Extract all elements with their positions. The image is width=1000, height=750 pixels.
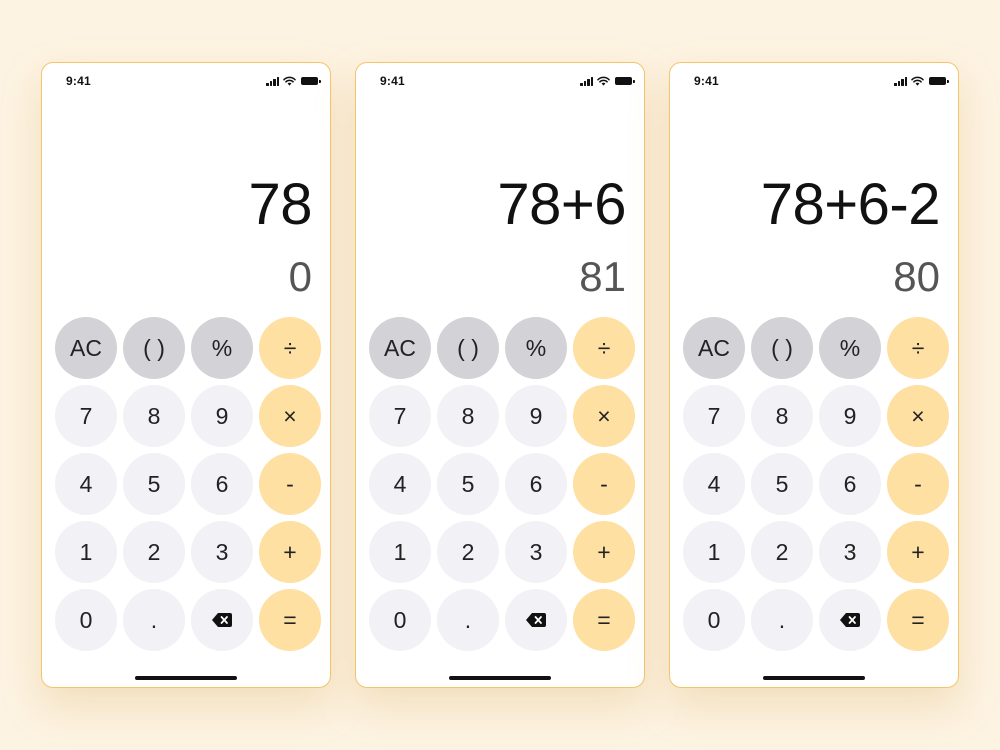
signal-icon — [266, 76, 279, 86]
four-button[interactable]: 4 — [683, 453, 745, 515]
battery-icon — [301, 77, 321, 85]
keypad: AC( )% ÷ 7 8 9 × 4 5 6- 1 2 3 +0. = — [683, 317, 949, 651]
status-icons — [580, 76, 635, 86]
decimal-button[interactable]: . — [751, 589, 813, 651]
keypad: AC( )% ÷ 7 8 9 × 4 5 6- 1 2 3 +0. = — [55, 317, 321, 651]
minus-button[interactable]: - — [259, 453, 321, 515]
three-button[interactable]: 3 — [819, 521, 881, 583]
backspace-button[interactable] — [191, 589, 253, 651]
plus-button[interactable]: + — [573, 521, 635, 583]
decimal-button[interactable]: . — [123, 589, 185, 651]
eight-button[interactable]: 8 — [123, 385, 185, 447]
four-button[interactable]: 4 — [55, 453, 117, 515]
ac-button[interactable]: AC — [55, 317, 117, 379]
multiply-button[interactable]: × — [259, 385, 321, 447]
seven-button[interactable]: 7 — [55, 385, 117, 447]
parentheses-button[interactable]: ( ) — [751, 317, 813, 379]
ac-button[interactable]: AC — [369, 317, 431, 379]
one-button[interactable]: 1 — [683, 521, 745, 583]
status-bar: 9:41 — [694, 74, 949, 88]
plus-button[interactable]: + — [259, 521, 321, 583]
backspace-button[interactable] — [505, 589, 567, 651]
equals-button[interactable]: = — [887, 589, 949, 651]
two-button[interactable]: 2 — [123, 521, 185, 583]
battery-icon — [615, 77, 635, 85]
nine-button[interactable]: 9 — [505, 385, 567, 447]
phone-screen-3: 9:41 78+6-2 80 AC( )% ÷ 7 8 9 × 4 5 6- 1 2 3 +0. = — [669, 62, 959, 688]
seven-button[interactable]: 7 — [369, 385, 431, 447]
signal-icon — [580, 76, 593, 86]
three-button[interactable]: 3 — [505, 521, 567, 583]
backspace-button[interactable] — [819, 589, 881, 651]
minus-button[interactable]: - — [887, 453, 949, 515]
five-button[interactable]: 5 — [751, 453, 813, 515]
phone-screen-2: 9:41 78+6 81 AC( )% ÷ 7 8 9 × 4 5 6- 1 2 3 +0. = — [355, 62, 645, 688]
zero-button[interactable]: 0 — [55, 589, 117, 651]
status-time: 9:41 — [66, 74, 91, 88]
three-button[interactable]: 3 — [191, 521, 253, 583]
five-button[interactable]: 5 — [437, 453, 499, 515]
six-button[interactable]: 6 — [819, 453, 881, 515]
phone-screen-1: 9:41 78 0 AC( )% ÷ 7 8 9 × 4 5 6-1 2 3 +0. = — [41, 62, 331, 688]
status-icons — [894, 76, 949, 86]
home-indicator — [449, 676, 551, 680]
seven-button[interactable]: 7 — [683, 385, 745, 447]
backspace-icon — [840, 613, 860, 627]
home-indicator — [135, 676, 237, 680]
two-button[interactable]: 2 — [751, 521, 813, 583]
five-button[interactable]: 5 — [123, 453, 185, 515]
minus-button[interactable]: - — [573, 453, 635, 515]
percent-button[interactable]: % — [819, 317, 881, 379]
backspace-icon — [526, 613, 546, 627]
backspace-icon — [212, 613, 232, 627]
status-time: 9:41 — [694, 74, 719, 88]
percent-button[interactable]: % — [191, 317, 253, 379]
keypad: AC( )% ÷ 7 8 9 × 4 5 6- 1 2 3 +0. = — [369, 317, 635, 651]
equals-button[interactable]: = — [573, 589, 635, 651]
parentheses-button[interactable]: ( ) — [437, 317, 499, 379]
one-button[interactable]: 1 — [55, 521, 117, 583]
zero-button[interactable]: 0 — [369, 589, 431, 651]
status-icons — [266, 76, 321, 86]
signal-icon — [894, 76, 907, 86]
equals-button[interactable]: = — [259, 589, 321, 651]
parentheses-button[interactable]: ( ) — [123, 317, 185, 379]
nine-button[interactable]: 9 — [191, 385, 253, 447]
status-bar: 9:41 — [380, 74, 635, 88]
divide-button[interactable]: ÷ — [259, 317, 321, 379]
six-button[interactable]: 6 — [191, 453, 253, 515]
multiply-button[interactable]: × — [573, 385, 635, 447]
four-button[interactable]: 4 — [369, 453, 431, 515]
eight-button[interactable]: 8 — [751, 385, 813, 447]
plus-button[interactable]: + — [887, 521, 949, 583]
percent-button[interactable]: % — [505, 317, 567, 379]
one-button[interactable]: 1 — [369, 521, 431, 583]
divide-button[interactable]: ÷ — [887, 317, 949, 379]
wifi-icon — [911, 76, 924, 86]
eight-button[interactable]: 8 — [437, 385, 499, 447]
home-indicator — [763, 676, 865, 680]
wifi-icon — [597, 76, 610, 86]
zero-button[interactable]: 0 — [683, 589, 745, 651]
expression-display: 78+6 — [497, 172, 626, 237]
two-button[interactable]: 2 — [437, 521, 499, 583]
status-time: 9:41 — [380, 74, 405, 88]
multiply-button[interactable]: × — [887, 385, 949, 447]
wifi-icon — [283, 76, 296, 86]
divide-button[interactable]: ÷ — [573, 317, 635, 379]
expression-display: 78+6-2 — [760, 172, 941, 237]
battery-icon — [929, 77, 949, 85]
six-button[interactable]: 6 — [505, 453, 567, 515]
result-display: 0 — [288, 253, 312, 300]
result-display: 81 — [579, 253, 626, 300]
decimal-button[interactable]: . — [437, 589, 499, 651]
ac-button[interactable]: AC — [683, 317, 745, 379]
status-bar: 9:41 — [66, 74, 321, 88]
result-display: 80 — [893, 253, 940, 300]
nine-button[interactable]: 9 — [819, 385, 881, 447]
expression-display: 78 — [248, 172, 312, 237]
